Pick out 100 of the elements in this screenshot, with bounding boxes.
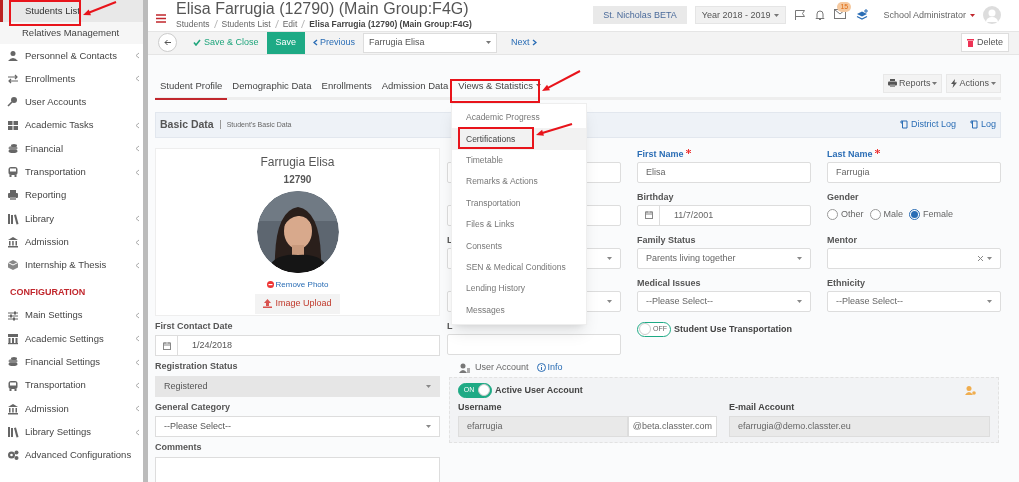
select-field[interactable]: --Please Select-- bbox=[155, 416, 440, 438]
sidebar-item[interactable]: Transportation bbox=[0, 160, 143, 184]
bolt-icon bbox=[951, 78, 958, 88]
breadcrumb-separator-icon bbox=[274, 20, 279, 29]
tab[interactable]: Views & Statistics bbox=[453, 73, 547, 100]
chevron-right-icon bbox=[531, 39, 537, 47]
required-icon bbox=[685, 148, 691, 154]
coins-icon bbox=[7, 142, 19, 155]
back-button[interactable] bbox=[158, 33, 177, 53]
menu-item[interactable]: Consents bbox=[452, 235, 586, 257]
date-field[interactable]: 1/24/2018 bbox=[155, 335, 440, 357]
info-link[interactable]: Info bbox=[536, 361, 563, 375]
field-label: Registration Status bbox=[155, 360, 239, 374]
sidebar-subitem[interactable]: Students List bbox=[0, 0, 143, 22]
menu-item[interactable]: Messages bbox=[452, 299, 586, 321]
breadcrumb-link[interactable]: Students bbox=[176, 18, 210, 31]
books-icon bbox=[7, 212, 19, 225]
student-id: 12790 bbox=[283, 172, 312, 187]
sidebar-item[interactable]: Transportation bbox=[0, 373, 143, 398]
reports-button[interactable]: Reports bbox=[882, 73, 943, 93]
school-button[interactable]: St. Nicholas BETA bbox=[593, 6, 687, 25]
sidebar-item[interactable]: Financial Settings bbox=[0, 350, 143, 374]
breadcrumb-link[interactable]: Students List bbox=[221, 18, 271, 31]
breadcrumb-link[interactable]: Edit bbox=[282, 18, 298, 31]
actions-button[interactable]: Actions bbox=[946, 73, 1001, 93]
layers-icon bbox=[856, 9, 870, 22]
sidebar-item[interactable]: Personnel & Contacts bbox=[0, 44, 143, 68]
tab[interactable]: Demographic Data bbox=[227, 73, 317, 100]
sidebar-item[interactable]: Academic Settings bbox=[0, 327, 143, 351]
coins-icon bbox=[7, 356, 19, 369]
tab[interactable]: Admission Data bbox=[376, 73, 454, 100]
upload-icon bbox=[263, 299, 273, 309]
select-field[interactable] bbox=[827, 247, 1001, 269]
select-field[interactable]: Parents living together bbox=[637, 247, 811, 269]
next-button[interactable]: Next bbox=[511, 36, 537, 50]
text-field[interactable] bbox=[447, 333, 621, 355]
sidebar-item[interactable]: Library bbox=[0, 207, 143, 231]
sidebar-item[interactable]: Admission bbox=[0, 230, 143, 254]
sidebar-item[interactable]: Reporting bbox=[0, 183, 143, 208]
radio-option[interactable]: Other bbox=[827, 208, 864, 222]
sidebar-item[interactable]: Internship & Thesis bbox=[0, 253, 143, 277]
field-label: Last Name bbox=[827, 147, 873, 161]
menu-item[interactable]: SEN & Medical Conditions bbox=[452, 256, 586, 279]
bank-icon bbox=[7, 236, 19, 248]
remove-photo-link[interactable]: Remove Photo bbox=[266, 278, 329, 291]
section-title: Basic Data bbox=[160, 116, 214, 132]
text-field[interactable]: Elisa bbox=[637, 161, 811, 183]
chevron-icon bbox=[135, 122, 140, 130]
sliders-icon bbox=[7, 309, 19, 322]
sidebar-item[interactable]: Academic Tasks bbox=[0, 113, 143, 138]
sidebar-subitem[interactable]: Relatives Management bbox=[0, 22, 143, 44]
email-field[interactable]: efarrugia@demo.classter.eu bbox=[729, 416, 990, 438]
sidebar-item[interactable]: User Accounts bbox=[0, 90, 143, 114]
menu-icon bbox=[156, 13, 166, 23]
tab[interactable]: Enrollments bbox=[316, 73, 377, 100]
menu-item[interactable]: Transportation bbox=[452, 192, 586, 214]
annotation-arrow bbox=[536, 123, 573, 136]
scroll-icon bbox=[969, 120, 979, 130]
sidebar-item[interactable]: Financial bbox=[0, 137, 143, 161]
log-link[interactable]: Log bbox=[969, 118, 996, 132]
menu-item[interactable]: Files & Links bbox=[452, 213, 586, 236]
delete-button[interactable]: Delete bbox=[961, 33, 1009, 53]
log-link[interactable]: District Log bbox=[899, 118, 956, 132]
users-icon bbox=[459, 362, 471, 373]
caret-icon bbox=[797, 299, 802, 303]
caret-icon bbox=[486, 41, 492, 45]
select-field[interactable]: --Please Select-- bbox=[827, 290, 1001, 312]
radio-circle[interactable] bbox=[909, 209, 921, 221]
date-field[interactable]: 11/7/2001 bbox=[637, 204, 811, 226]
year-dropdown[interactable]: Year 2018 - 2019 bbox=[694, 6, 787, 25]
sidebar-item[interactable]: Enrollments bbox=[0, 67, 143, 91]
check-icon bbox=[193, 39, 201, 47]
menu-item[interactable]: Timetable bbox=[452, 149, 586, 172]
minus-circle-icon bbox=[266, 281, 274, 289]
radio-option[interactable]: Male bbox=[869, 208, 904, 222]
calendar-icon bbox=[162, 341, 171, 350]
chevron-icon bbox=[135, 428, 140, 436]
previous-button[interactable]: Previous bbox=[313, 36, 356, 50]
menu-item[interactable]: Academic Progress bbox=[452, 107, 586, 129]
sidebar-item[interactable]: Admission bbox=[0, 397, 143, 421]
chevron-icon bbox=[135, 405, 140, 413]
radio-option[interactable]: Female bbox=[909, 208, 954, 222]
scroll-icon bbox=[899, 120, 909, 130]
tab[interactable]: Student Profile bbox=[155, 73, 228, 100]
student-select[interactable]: Farrugia Elisa bbox=[363, 32, 498, 53]
user-menu[interactable]: School Administrator bbox=[883, 8, 975, 23]
image-upload-button[interactable]: Image Upload bbox=[255, 293, 340, 314]
sidebar-item[interactable]: Advanced Configurations bbox=[0, 443, 143, 468]
caret-icon bbox=[774, 13, 780, 17]
menu-item[interactable]: Lending History bbox=[452, 278, 586, 300]
sidebar-item[interactable]: Main Settings bbox=[0, 303, 143, 328]
sidebar-item[interactable]: Library Settings bbox=[0, 420, 143, 444]
text-field[interactable]: Farrugia bbox=[827, 161, 1001, 183]
chevron-icon bbox=[135, 168, 140, 176]
field-label: E-mail Account bbox=[729, 400, 796, 414]
breadcrumb-separator-icon bbox=[213, 20, 218, 29]
select-field[interactable]: --Please Select-- bbox=[637, 290, 811, 312]
menu-item[interactable]: Remarks & Actions bbox=[452, 171, 586, 193]
username-field[interactable]: efarrugia bbox=[458, 416, 628, 438]
comments-field[interactable] bbox=[155, 456, 440, 482]
